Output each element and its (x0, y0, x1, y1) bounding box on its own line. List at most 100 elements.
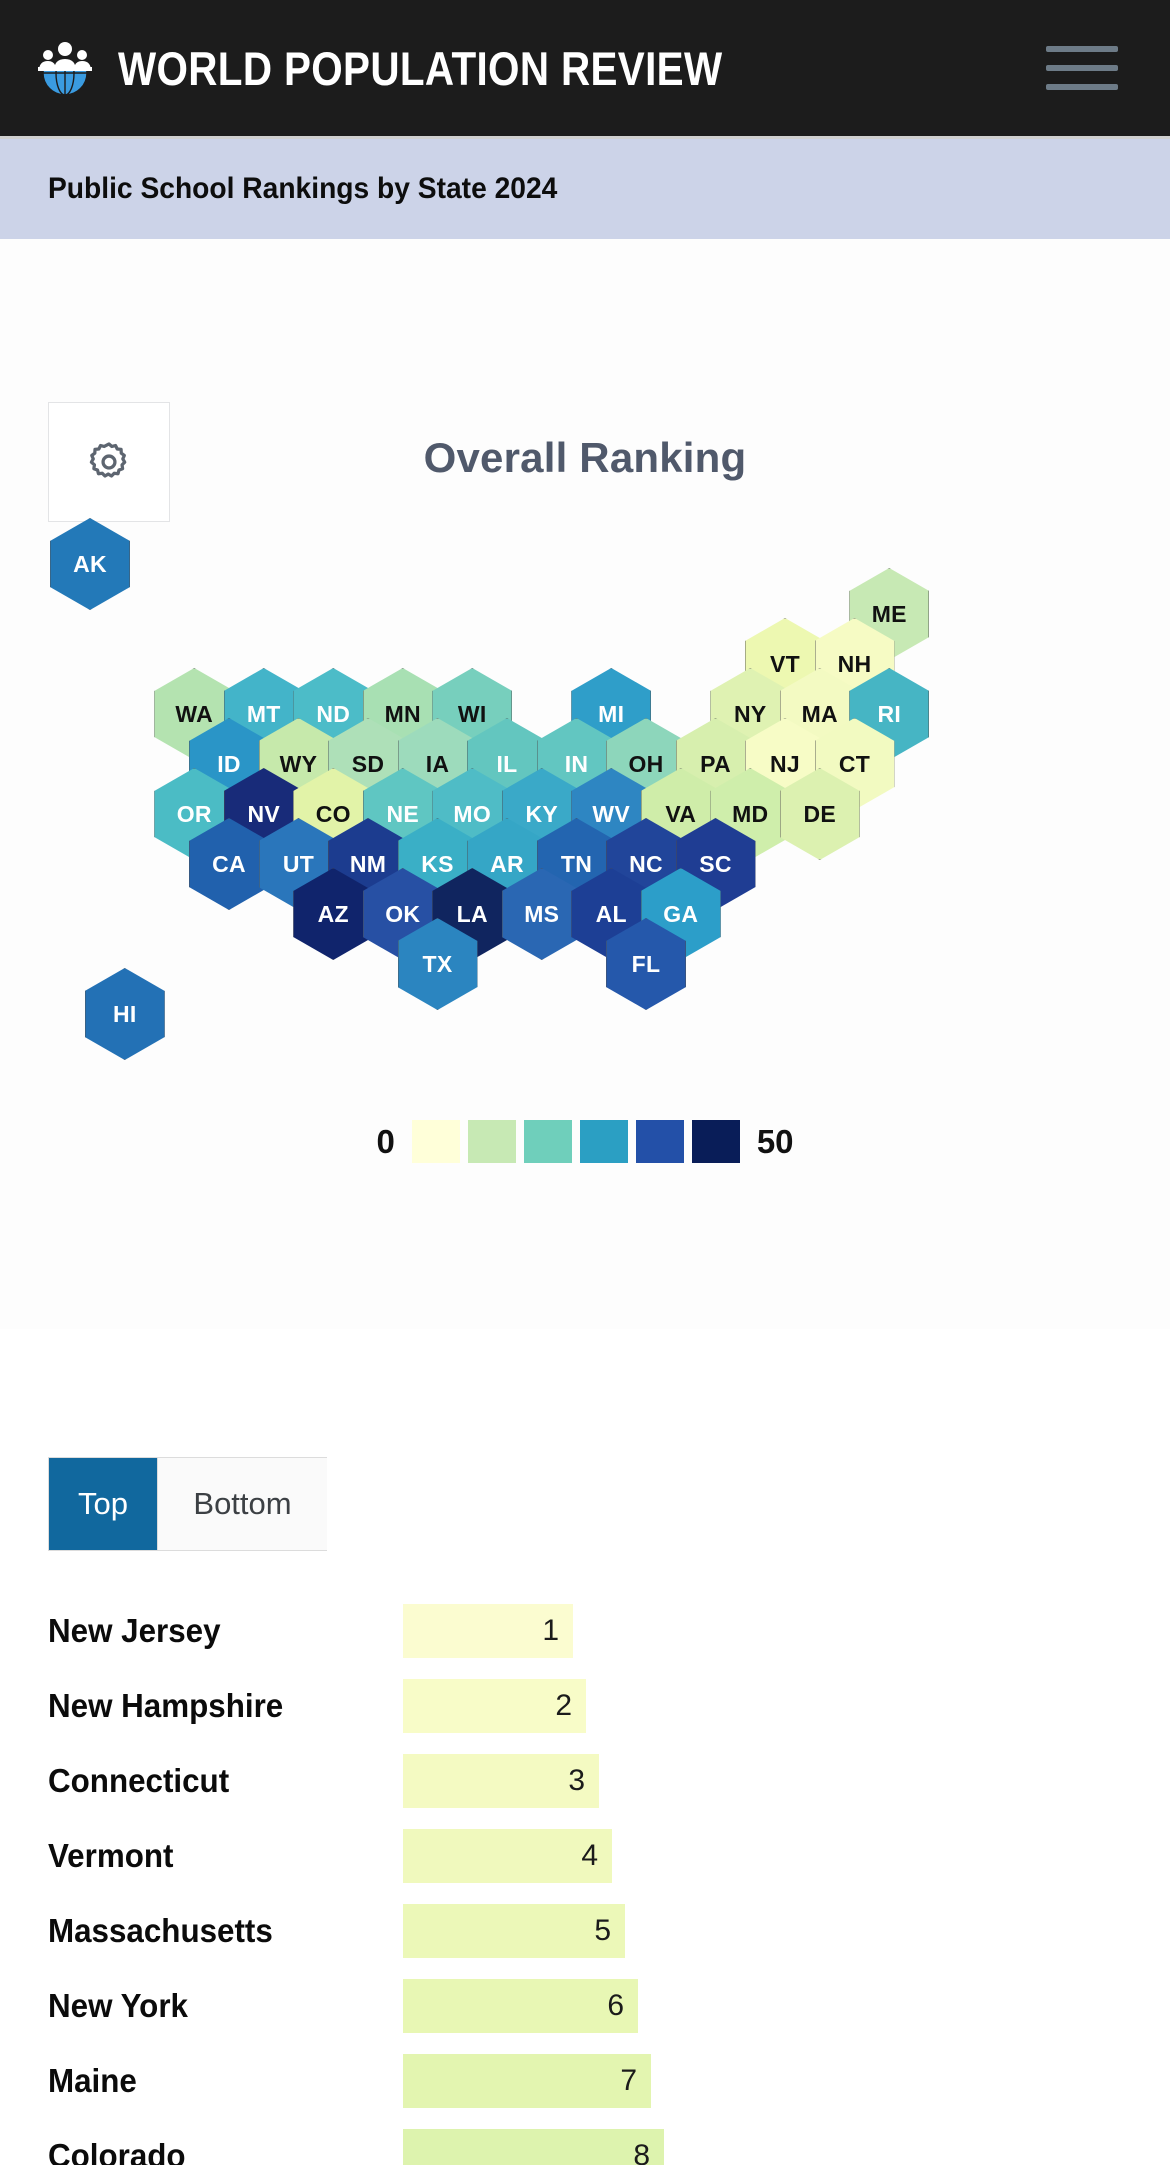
hex-state-label: LA (456, 900, 488, 927)
menu-bar-3 (1046, 84, 1118, 90)
ranking-row[interactable]: New Jersey 1 (48, 1593, 1170, 1668)
hex-state-label: MS (524, 900, 560, 927)
hex-state-label: IA (425, 750, 450, 777)
globe-people-icon (34, 37, 96, 99)
hex-state-label: CO (315, 800, 351, 827)
hex-state-label: GA (663, 900, 699, 927)
hex-state-label: PA (700, 750, 731, 777)
hex-state-label: NC (629, 850, 663, 877)
hex-state-label: UT (282, 850, 315, 877)
hex-state-label: ND (316, 700, 351, 727)
hex-state-label: MI (598, 700, 625, 727)
hex-state-label: MN (384, 700, 421, 727)
ranking-row[interactable]: Connecticut 3 (48, 1743, 1170, 1818)
hex-state-label: ID (217, 750, 241, 777)
ranking-bar: 8 (403, 2128, 664, 2165)
hex-state-label: NV (247, 800, 281, 827)
ranking-state-name: New Jersey (48, 1611, 221, 1649)
hex-state-label: FL (631, 950, 661, 977)
ranking-value: 6 (607, 1988, 624, 2022)
tab-bottom[interactable]: Bottom (157, 1458, 327, 1550)
hex-state-label: TN (560, 850, 593, 877)
page-title: Public School Rankings by State 2024 (48, 172, 558, 205)
ranking-state-name: Maine (48, 2061, 137, 2099)
ranking-state-name: New York (48, 1986, 188, 2024)
hex-state-label: AK (73, 550, 107, 577)
hex-state-label: NY (733, 700, 767, 727)
ranking-value: 8 (633, 2138, 650, 2165)
hamburger-menu-icon[interactable] (1046, 40, 1118, 96)
ranking-value: 5 (594, 1913, 611, 1947)
tab-top[interactable]: Top (49, 1458, 157, 1550)
hex-state-hi[interactable]: HI (84, 968, 165, 1060)
ranking-row[interactable]: New Hampshire 2 (48, 1668, 1170, 1743)
hex-state-label: AZ (317, 900, 349, 927)
ranking-value: 2 (555, 1688, 572, 1722)
hex-state-label: HI (112, 1000, 137, 1027)
hex-state-label: MD (732, 800, 769, 827)
hex-state-label: NH (837, 650, 872, 677)
hex-state-label: OH (628, 750, 664, 777)
hex-state-label: AR (490, 850, 524, 877)
brand-link[interactable]: WORLD POPULATION REVIEW (34, 37, 821, 99)
hex-state-label: VT (770, 650, 800, 677)
hex-state-label: WA (175, 700, 214, 727)
chart-card: Overall Ranking AK ME VT NH WA MT ND MN WI MI NY MA… (0, 239, 1170, 1329)
hex-state-label: MT (246, 700, 281, 727)
hex-state-label: NE (386, 800, 420, 827)
hex-state-label: RI (877, 700, 902, 727)
ranking-bar: 1 (403, 1603, 573, 1658)
legend-min-label: 0 (376, 1122, 395, 1160)
chart-heading: Overall Ranking (423, 434, 747, 481)
hex-state-label: VA (665, 800, 697, 827)
ranking-state-name: Vermont (48, 1836, 174, 1874)
hex-state-label: MA (801, 700, 838, 727)
hex-state-label: TX (422, 950, 453, 977)
ranking-state-name: New Hampshire (48, 1686, 284, 1724)
hex-state-label: CT (838, 750, 871, 777)
hex-state-label: ME (871, 600, 907, 627)
ranking-row[interactable]: Massachusetts 5 (48, 1893, 1170, 1968)
gear-glyph (89, 442, 127, 478)
brand-title: WORLD POPULATION REVIEW (118, 41, 723, 95)
ranking-value: 7 (620, 2063, 637, 2097)
hex-state-label: WY (279, 750, 318, 777)
ranking-row[interactable]: Maine 7 (48, 2043, 1170, 2118)
ranking-bar: 3 (403, 1753, 599, 1808)
ranking-bar: 4 (403, 1828, 612, 1883)
hex-cartogram-map[interactable]: AK ME VT NH WA MT ND MN WI MI NY MA RI ID WY SD IA IL IN OH… (0, 508, 1170, 1128)
ranking-bar: 6 (403, 1978, 638, 2033)
hex-state-label: IN (564, 750, 589, 777)
ranking-value: 1 (542, 1613, 559, 1647)
gear-icon[interactable] (48, 402, 170, 522)
hex-state-label: IL (496, 750, 518, 777)
ranking-bar: 5 (403, 1903, 625, 1958)
ranking-row[interactable]: Vermont 4 (48, 1818, 1170, 1893)
ranking-row[interactable]: Colorado 8 (48, 2118, 1170, 2165)
ranking-row[interactable]: New York 6 (48, 1968, 1170, 2043)
hex-state-label: SC (699, 850, 732, 877)
hex-state-label: WV (592, 800, 631, 827)
ranking-value: 4 (581, 1838, 598, 1872)
hex-state-label: SD (351, 750, 385, 777)
ranking-bar: 7 (403, 2053, 651, 2108)
hex-state-label: WI (457, 700, 487, 727)
hex-state-label: NM (349, 850, 387, 877)
legend-max-label: 50 (756, 1122, 794, 1160)
menu-bar-1 (1046, 46, 1118, 52)
hex-state-ak[interactable]: AK (50, 518, 130, 610)
menu-bar-2 (1046, 65, 1118, 71)
hex-state-label: CA (212, 850, 246, 877)
site-header: WORLD POPULATION REVIEW (0, 0, 1170, 139)
hex-state-label: AL (595, 900, 627, 927)
hex-state-label: NJ (769, 750, 800, 777)
ranking-value: 3 (568, 1763, 585, 1797)
ranking-state-name: Connecticut (48, 1761, 230, 1799)
hex-state-label: DE (803, 800, 837, 827)
ranking-tab-group[interactable]: Top Bottom (48, 1457, 327, 1551)
hex-state-label: OK (385, 900, 421, 927)
hex-state-label: KS (421, 850, 454, 877)
hex-state-label: MO (453, 800, 492, 827)
hex-state-label: KY (525, 800, 559, 827)
ranking-state-name: Colorado (48, 2136, 186, 2165)
